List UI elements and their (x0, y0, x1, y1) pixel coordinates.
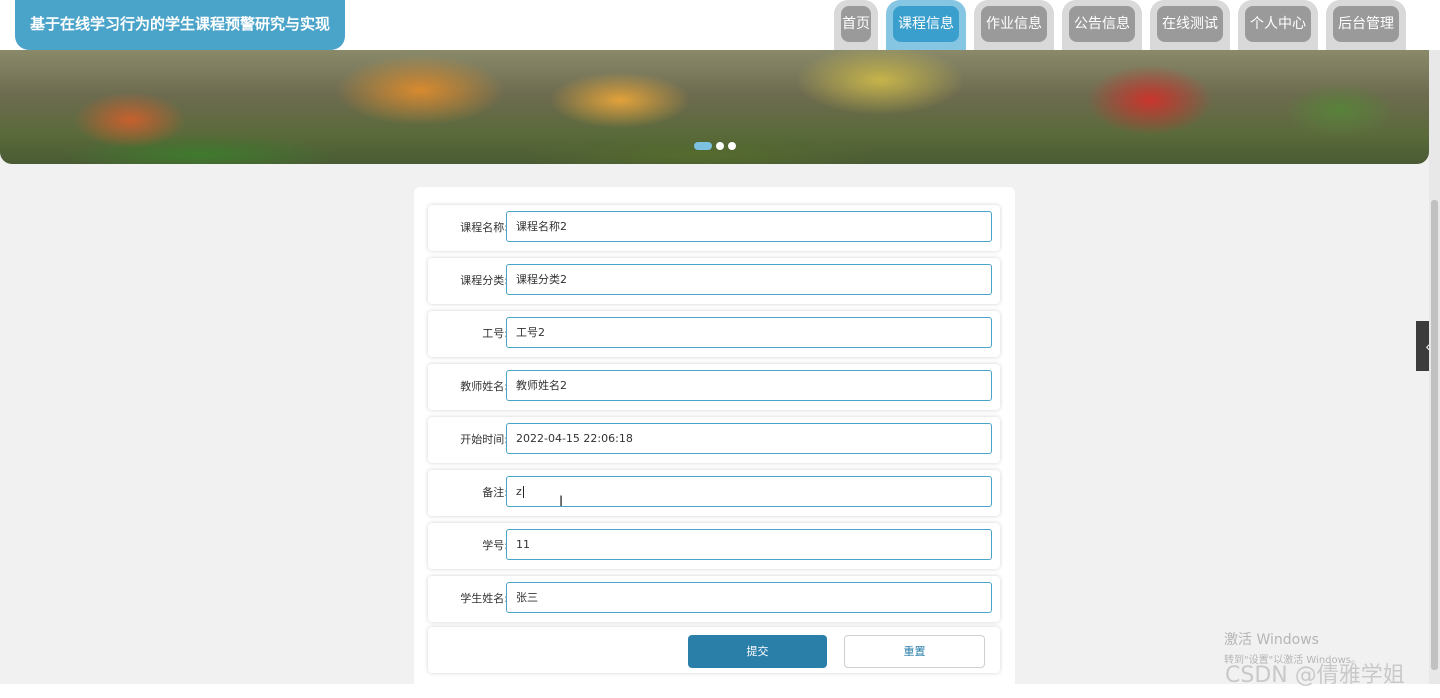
bottom-strip (0, 684, 1440, 698)
field-label: 备注: (482, 486, 508, 499)
nav-tab-personal-center[interactable]: 个人中心 (1238, 0, 1318, 50)
banner-carousel (0, 50, 1429, 164)
nav-tab-announcement-info[interactable]: 公告信息 (1062, 0, 1142, 50)
teacher-name-input[interactable]: 教师姓名2 (506, 370, 992, 401)
form-row-student-name: 学生姓名: 张三 (428, 576, 1000, 622)
submit-button[interactable]: 提交 (688, 635, 827, 668)
course-form: 课程名称: 课程名称2 课程分类: 课程分类2 工号: 工号2 教师姓名: 教师… (414, 187, 1015, 687)
site-title: 基于在线学习行为的学生课程预警研究与实现 (15, 0, 345, 50)
nav-tab-online-test[interactable]: 在线测试 (1150, 0, 1230, 50)
student-name-input[interactable]: 张三 (506, 582, 992, 613)
form-row-course-name: 课程名称: 课程名称2 (428, 205, 1000, 251)
form-row-student-id: 学号: 11 (428, 523, 1000, 569)
field-label: 工号: (482, 327, 508, 340)
nav-tab-label: 课程信息 (893, 6, 959, 42)
form-row-start-time: 开始时间: 2022-04-15 22:06:18 (428, 417, 1000, 463)
start-time-input[interactable]: 2022-04-15 22:06:18 (506, 423, 992, 454)
reset-button[interactable]: 重置 (844, 635, 985, 668)
text-caret (522, 486, 524, 498)
field-label: 教师姓名: (460, 380, 508, 393)
nav-tab-label: 首页 (841, 6, 871, 42)
nav-tab-homework-info[interactable]: 作业信息 (974, 0, 1054, 50)
csdn-watermark: CSDN @倩雅学姐 (1225, 663, 1405, 688)
nav-tab-admin[interactable]: 后台管理 (1326, 0, 1406, 50)
top-bar: 基于在线学习行为的学生课程预警研究与实现 首页 课程信息 作业信息 公告信息 在… (0, 0, 1440, 50)
field-label: 学生姓名: (460, 592, 508, 605)
text-cursor-icon: I (559, 494, 564, 510)
remarks-value: z (516, 485, 522, 498)
scrollbar-thumb[interactable] (1431, 200, 1438, 670)
nav-tab-course-info[interactable]: 课程信息 (886, 0, 966, 50)
field-label: 学号: (482, 539, 508, 552)
field-label: 课程分类: (460, 274, 508, 287)
main-nav: 首页 课程信息 作业信息 公告信息 在线测试 个人中心 后台管理 (834, 0, 1414, 50)
carousel-dot-2[interactable] (716, 142, 724, 150)
remarks-input[interactable]: z (506, 476, 992, 507)
nav-tab-home[interactable]: 首页 (834, 0, 878, 50)
form-row-remarks: 备注: z (428, 470, 1000, 516)
nav-tab-label: 在线测试 (1157, 6, 1223, 42)
nav-tab-label: 作业信息 (981, 6, 1047, 42)
carousel-indicators (694, 142, 736, 150)
watermark-line-1: 激活 Windows (1224, 632, 1319, 648)
nav-tab-label: 个人中心 (1245, 6, 1311, 42)
form-row-course-category: 课程分类: 课程分类2 (428, 258, 1000, 304)
form-actions: 提交 重置 (428, 627, 1000, 673)
field-label: 开始时间: (460, 433, 508, 446)
employee-id-input[interactable]: 工号2 (506, 317, 992, 348)
carousel-dot-3[interactable] (728, 142, 736, 150)
course-name-input[interactable]: 课程名称2 (506, 211, 992, 242)
nav-tab-label: 后台管理 (1333, 6, 1399, 42)
form-row-teacher-name: 教师姓名: 教师姓名2 (428, 364, 1000, 410)
field-label: 课程名称: (460, 221, 508, 234)
page-scrollbar[interactable] (1429, 50, 1440, 698)
form-row-employee-id: 工号: 工号2 (428, 311, 1000, 357)
student-id-input[interactable]: 11 (506, 529, 992, 560)
carousel-dot-1[interactable] (694, 142, 712, 150)
course-category-input[interactable]: 课程分类2 (506, 264, 992, 295)
nav-tab-label: 公告信息 (1069, 6, 1135, 42)
